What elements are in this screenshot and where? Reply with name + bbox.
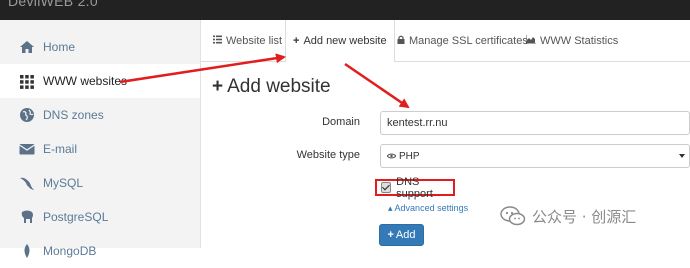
envelope-icon [19,144,35,155]
sidebar-item-label: Home [43,40,76,54]
plus-icon: + [212,76,224,97]
grid-icon [20,75,34,89]
globe-icon [20,108,34,122]
sidebar-item-label: WWW websites [43,74,127,88]
tab-manage-ssl[interactable]: Manage SSL certificates [397,20,528,61]
sidebar-item-label: MongoDB [43,244,97,258]
tab-www-statistics[interactable]: WWW Statistics [525,20,619,61]
tab-label: Add new website [303,35,387,47]
sidebar-item-postgresql[interactable]: PostgreSQL [0,200,200,234]
tab-website-list[interactable]: Website list [213,20,282,61]
plus-icon: + [293,35,300,47]
list-icon [213,35,222,47]
page-title: + Add website [212,76,331,98]
top-bar: DevilWEB 2.0 [0,0,690,20]
lock-icon [397,35,405,47]
wechat-icon [500,206,526,226]
sidebar-item-www-websites[interactable]: WWW websites [0,64,200,98]
website-type-value: PHP [399,150,420,162]
dns-support-label: DNS support [396,175,433,200]
sidebar-item-mysql[interactable]: MySQL [0,166,200,200]
sidebar-item-dns-zones[interactable]: DNS zones [0,98,200,132]
sidebar-item-label: PostgreSQL [43,210,109,224]
add-button[interactable]: + Add [379,224,424,246]
sidebar-item-mongodb[interactable]: MongoDB [0,234,200,268]
sidebar-item-label: E-mail [43,142,78,156]
sidebar-item-label: MySQL [43,176,84,190]
tab-add-new-website[interactable]: + Add new website [285,20,395,62]
watermark: 公众号 · 创源汇 [500,205,636,227]
elephant-icon [21,210,33,223]
domain-label: Domain [322,116,360,128]
website-type-label: Website type [296,149,360,161]
dolphin-icon [20,177,34,190]
chevron-down-icon [679,154,685,158]
eye-icon [386,150,397,162]
sidebar-item-home[interactable]: Home [0,30,200,64]
chart-icon [525,34,536,47]
advanced-settings-link[interactable]: ▴ Advanced settings [388,203,468,214]
domain-field[interactable]: kentest.rr.nu [380,111,690,135]
dns-support-checkbox[interactable] [381,182,392,193]
sidebar-item-email[interactable]: E-mail [0,132,200,166]
plus-icon: + [387,229,394,241]
dns-support-row[interactable]: DNS support [375,176,455,200]
watermark-text: 公众号 · 创源汇 [532,207,637,226]
add-button-label: Add [395,229,416,241]
advanced-settings-label: Advanced settings [394,203,469,213]
website-type-select[interactable]: PHP [380,144,690,168]
tab-label: Manage SSL certificates [409,34,528,47]
tab-label: Website list [226,34,283,47]
leaf-icon [24,244,30,258]
app-brand: DevilWEB 2.0 [8,0,98,9]
caret-up-icon: ▴ [388,203,393,213]
home-icon [20,41,34,53]
sidebar-item-label: DNS zones [43,108,104,122]
tab-bar: Website list + Add new website Manage SS… [201,20,690,62]
tab-label: WWW Statistics [540,34,619,47]
sidebar: Home WWW websites DNS zones E-mail MySQL [0,20,201,258]
page-title-text: Add website [227,76,331,97]
annotation-arrow-2 [344,62,410,109]
